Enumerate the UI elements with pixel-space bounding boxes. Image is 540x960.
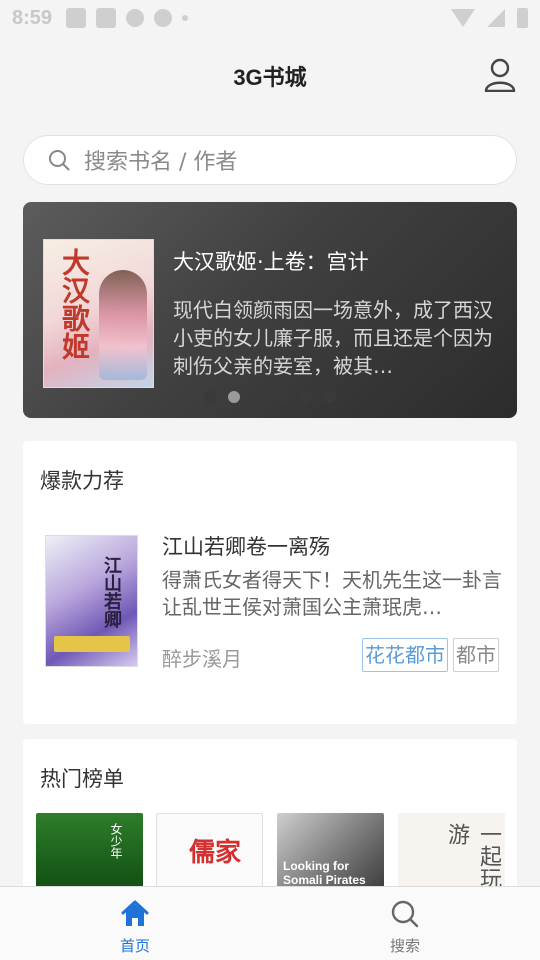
nav-item-home[interactable]: 首页 [0, 887, 270, 960]
nav-label-search: 搜索 [389, 937, 420, 955]
recommend-book-cover[interactable]: 江山若卿 [45, 535, 138, 667]
bottom-navigation: 首页 搜索 [0, 886, 540, 960]
nav-label-home: 首页 [119, 937, 150, 955]
carousel-dot[interactable] [324, 391, 336, 403]
search-input[interactable]: 搜索书名 / 作者 [23, 135, 517, 185]
status-time: 8:59 [12, 6, 53, 29]
hot-cover-title: Looking for Somali Pirates [283, 859, 366, 887]
app-header: 3G书城 [0, 36, 540, 116]
carousel-dot[interactable] [300, 391, 312, 403]
banner-book-cover[interactable]: 大汉歌姬 [43, 239, 154, 388]
recommend-cover-title: 江山若卿 [101, 556, 122, 628]
battery-icon [517, 8, 528, 28]
category-tag[interactable]: 花花都市 [362, 638, 448, 672]
carousel-dot[interactable] [252, 391, 264, 403]
recommend-book-author: 醉步溪月 [162, 647, 242, 671]
banner-cover-title: 大汉歌姬 [58, 248, 91, 360]
search-icon [391, 900, 419, 928]
featured-banner[interactable]: 大汉歌姬 大汉歌姬·上卷：宫计 现代白领颜雨因一场意外，成了西汉小吏的女儿廉子服… [23, 202, 517, 418]
carousel-indicator [204, 391, 336, 403]
search-icon [49, 150, 70, 171]
home-icon [121, 900, 149, 926]
user-profile-icon[interactable] [484, 58, 516, 92]
recommend-book-title[interactable]: 江山若卿卷一离殇 [162, 531, 330, 561]
category-tag[interactable]: 都市 [453, 638, 499, 672]
status-bar: 8:59 [0, 0, 540, 36]
wifi-icon [451, 9, 475, 27]
system-status-icons [451, 8, 528, 28]
notification-icons [66, 8, 189, 28]
hot-book-cover[interactable]: 儒家 [156, 813, 263, 893]
carousel-dot[interactable] [276, 391, 288, 403]
banner-book-title[interactable]: 大汉歌姬·上卷：宫计 [173, 246, 369, 276]
page-title: 3G书城 [233, 65, 307, 90]
hot-book-cover[interactable]: 和古人一起玩游 [398, 813, 505, 893]
hot-list-covers: 女少年 儒家 Looking for Somali Pirates 和古人一起玩… [36, 813, 517, 893]
hot-list-title: 热门榜单 [40, 767, 124, 791]
image-notification-icon [66, 8, 87, 28]
nav-item-search[interactable]: 搜索 [270, 887, 540, 960]
hot-cover-title: 和古人一起玩游 [444, 823, 501, 889]
app-notification-icon [126, 9, 145, 27]
cover-badge [54, 636, 130, 652]
cover-illustration [99, 270, 147, 380]
banner-book-description: 现代白领颜雨因一场意外，成了西汉小吏的女儿廉子服，而且还是个因为刺伤父亲的妾室，… [173, 298, 493, 378]
signal-icon [487, 9, 505, 27]
hot-book-cover[interactable]: 女少年 [36, 813, 143, 893]
hot-list-section: 热门榜单 女少年 儒家 Looking for Somali Pirates 和… [23, 739, 517, 899]
search-placeholder: 搜索书名 / 作者 [84, 150, 238, 175]
hot-cover-title: 女少年 [109, 823, 123, 859]
more-notifications-icon [182, 15, 189, 21]
download-notification-icon [96, 8, 117, 28]
hot-cover-title: 儒家 [189, 838, 242, 868]
recommend-book-description: 得萧氏女者得天下！天机先生这一卦言让乱世王侯对萧国公主萧珉虎… [162, 568, 502, 619]
hot-book-cover[interactable]: Looking for Somali Pirates [277, 813, 384, 893]
carousel-dot-active[interactable] [228, 391, 240, 403]
carousel-dot[interactable] [204, 391, 216, 403]
recommend-section-title: 爆款力荐 [40, 469, 124, 493]
app-notification-icon-2 [154, 9, 173, 27]
recommend-section: 爆款力荐 江山若卿 江山若卿卷一离殇 得萧氏女者得天下！天机先生这一卦言让乱世王… [23, 441, 517, 724]
